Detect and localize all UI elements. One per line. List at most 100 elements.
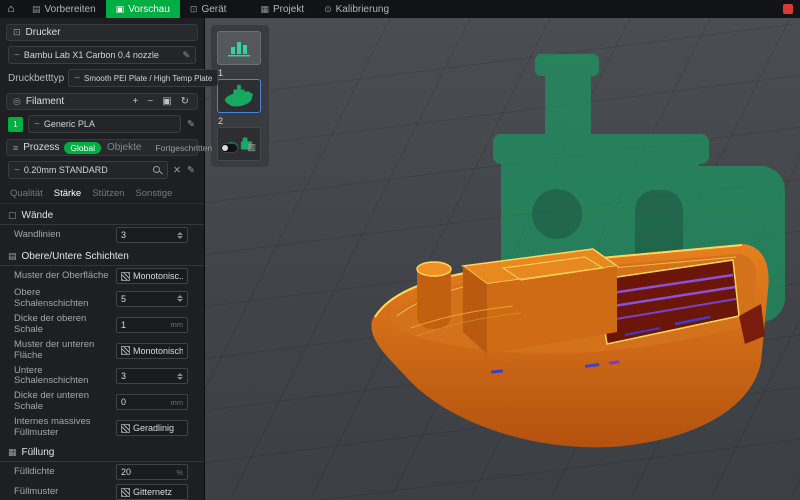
- spin-up-icon[interactable]: [177, 372, 183, 376]
- filament-select[interactable]: ~ Generic PLA: [28, 115, 182, 133]
- process-preset-icon: ~: [14, 164, 20, 176]
- section-title: Wände: [21, 210, 54, 221]
- param-unit: mm: [170, 320, 184, 330]
- spin-down-icon[interactable]: [177, 299, 183, 303]
- filament-section-header[interactable]: ◎ Filament + − ▣ ↻: [6, 93, 198, 110]
- param-row-infill-density: Fülldichte 20 %: [0, 462, 204, 482]
- remove-filament-button[interactable]: −: [145, 96, 155, 107]
- param-row-bottom-thickness: Dicke der unteren Schale 0 mm: [0, 389, 204, 415]
- tab-kalibrierung[interactable]: ⊙ Kalibrierung: [314, 0, 399, 18]
- bottom-surface-pattern-select[interactable]: Monotonisch: [116, 342, 188, 359]
- param-value: 20: [121, 467, 132, 478]
- param-value: Monotonisc...: [133, 271, 183, 281]
- advanced-settings-icon[interactable]: ▥: [246, 142, 257, 153]
- tab-projekt[interactable]: ▦ Projekt: [250, 0, 314, 18]
- printer-section-header[interactable]: ⊡ Drucker: [6, 24, 198, 41]
- plate-1-thumbnail[interactable]: [217, 79, 261, 113]
- filament-color-swatch[interactable]: 1: [8, 116, 23, 132]
- plate-overview-thumbnail[interactable]: [217, 31, 261, 65]
- advanced-toggle[interactable]: [220, 142, 239, 153]
- tab-geraet[interactable]: ⊡ Gerät: [180, 0, 237, 18]
- param-unit: %: [176, 467, 183, 477]
- section-header-top-bottom: ▤ Obere/Untere Schichten: [0, 247, 204, 266]
- param-row-infill-pattern: Füllmuster Gitternetz: [0, 482, 204, 500]
- process-section-header: ≡ Prozess Global Objekte Fortgeschritten…: [6, 139, 256, 156]
- device-icon: ⊡: [189, 3, 198, 14]
- printer-edit-icon[interactable]: ✎: [182, 50, 190, 61]
- param-label: Dicke der oberen Schale: [14, 312, 87, 335]
- filament-row: 1 ~ Generic PLA ✎: [8, 115, 196, 133]
- top-surface-pattern-select[interactable]: Monotonisc...: [116, 268, 188, 284]
- topbar: ⌂ ▤ Vorbereiten ▣ Vorschau ⊡ Gerät ▦ Pro…: [0, 0, 800, 18]
- printer-select[interactable]: ~ Bambu Lab X1 Carbon 0.4 nozzle ✎: [8, 46, 196, 64]
- notification-icon[interactable]: [783, 4, 793, 14]
- param-label: Muster der unteren Fläche: [14, 338, 95, 361]
- tab-label: Gerät: [201, 3, 227, 15]
- viewport-3d[interactable]: 1 2: [205, 18, 800, 500]
- delete-preset-icon[interactable]: ✕: [172, 165, 182, 176]
- spin-arrows[interactable]: [177, 231, 183, 239]
- printer-icon: ⊡: [13, 27, 21, 37]
- process-tab-bar: Qualität Stärke Stützen Sonstige: [0, 185, 204, 204]
- tab-sonstige[interactable]: Sonstige: [135, 188, 172, 199]
- bottom-shell-layers-spinner[interactable]: 3: [116, 368, 188, 385]
- edit-preset-icon[interactable]: ✎: [186, 165, 196, 176]
- pattern-swatch-icon: [121, 423, 130, 433]
- process-preset-row: ~ 0.20mm STANDARD ✕ ✎: [8, 161, 196, 179]
- filament-edit-icon[interactable]: ✎: [186, 119, 196, 130]
- tab-stuetzen[interactable]: Stützen: [92, 188, 124, 199]
- process-global-tab[interactable]: Global: [64, 141, 101, 154]
- param-row-bottom-shells: Untere Schalenschichten 3: [0, 364, 204, 390]
- top-shell-layers-spinner[interactable]: 5: [116, 290, 188, 307]
- infill-pattern-select[interactable]: Gitternetz: [116, 484, 188, 500]
- section-title: Obere/Untere Schichten: [21, 251, 129, 262]
- spin-down-icon[interactable]: [177, 376, 183, 380]
- tab-staerke[interactable]: Stärke: [54, 188, 81, 199]
- process-preset-select[interactable]: ~ 0.20mm STANDARD: [8, 161, 169, 179]
- printer-name: Bambu Lab X1 Carbon 0.4 nozzle: [23, 50, 159, 60]
- sync-filament-icon[interactable]: ↻: [179, 96, 191, 107]
- search-icon[interactable]: [153, 165, 162, 175]
- param-row-top-thickness: Dicke der oberen Schale 1 mm: [0, 312, 204, 338]
- spin-up-icon[interactable]: [177, 231, 183, 235]
- tab-vorbereiten[interactable]: ▤ Vorbereiten: [22, 0, 106, 18]
- top-shell-thickness-input[interactable]: 1 mm: [116, 316, 188, 333]
- tab-qualitaet[interactable]: Qualität: [10, 188, 43, 199]
- viewport-3d-canvas[interactable]: [205, 18, 800, 500]
- param-value: 3: [121, 230, 127, 240]
- tab-vorschau[interactable]: ▣ Vorschau: [105, 0, 180, 18]
- add-filament-button[interactable]: +: [130, 96, 140, 107]
- bed-type-icon: ~: [74, 72, 80, 84]
- project-icon: ▦: [260, 3, 269, 14]
- flush-volumes-icon[interactable]: ▣: [160, 96, 173, 107]
- param-value: 3: [121, 371, 127, 382]
- process-section-label: Prozess: [23, 142, 60, 153]
- process-objects-tab[interactable]: Objekte: [107, 142, 141, 153]
- spin-arrows[interactable]: [177, 295, 183, 303]
- spin-arrows[interactable]: [177, 372, 183, 380]
- section-header-infill: ▦ Füllung: [0, 443, 204, 463]
- bed-type-row: Druckbetttyp ~ Smooth PEI Plate / High T…: [8, 69, 219, 87]
- param-value: Monotonisch: [133, 345, 183, 356]
- home-button[interactable]: ⌂: [0, 0, 22, 18]
- tab-label: Kalibrierung: [335, 3, 390, 15]
- param-label: Obere Schalenschichten: [14, 287, 89, 309]
- prepare-icon: ▤: [32, 3, 41, 14]
- wall-loops-spinner[interactable]: 3: [116, 227, 188, 243]
- plate-stats-icon: [228, 42, 250, 57]
- spin-down-icon[interactable]: [177, 235, 183, 239]
- infill-density-input[interactable]: 20 %: [116, 464, 188, 481]
- advanced-label: Fortgeschritten: [155, 142, 213, 153]
- param-label: Muster der Oberfläche: [14, 269, 109, 281]
- filament-icon: ◎: [13, 96, 21, 106]
- internal-solid-pattern-select[interactable]: Geradlinig: [116, 420, 188, 437]
- bed-type-select[interactable]: ~ Smooth PEI Plate / High Temp Plate: [68, 69, 219, 87]
- spin-up-icon[interactable]: [177, 295, 183, 299]
- pattern-swatch-icon: [121, 271, 130, 281]
- bottom-shell-thickness-input[interactable]: 0 mm: [116, 394, 188, 411]
- param-value: Gitternetz: [133, 487, 173, 498]
- param-value: 1: [121, 319, 127, 330]
- plate-1-preview: [224, 84, 253, 107]
- param-value: 0: [121, 397, 127, 408]
